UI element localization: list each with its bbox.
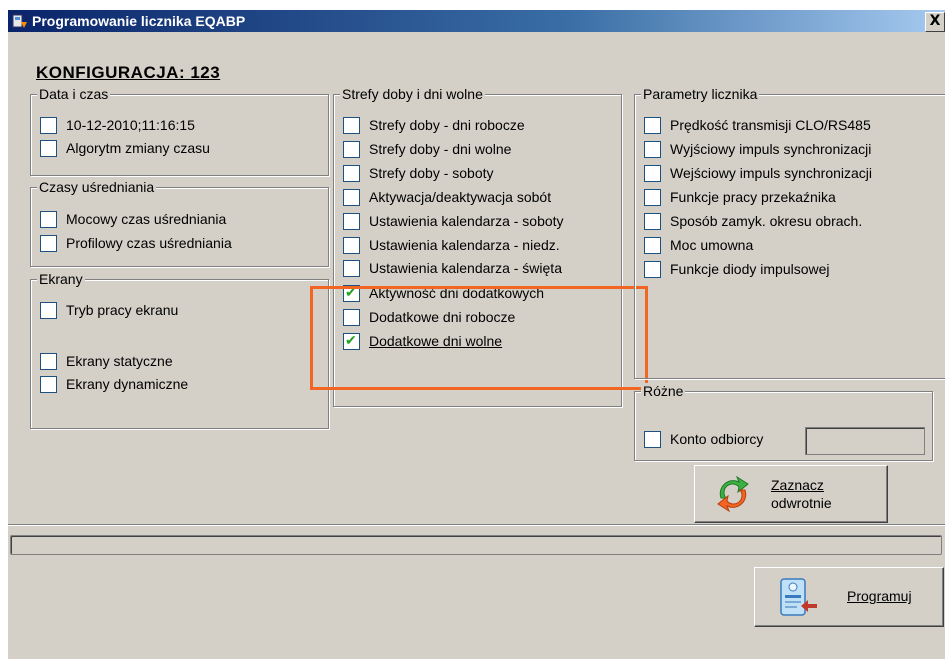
checkbox-label: Sposób zamyk. okresu obrach.: [670, 213, 863, 229]
checkbox-label: Strefy doby - soboty: [369, 165, 494, 181]
checkbox-label: Aktywacja/deaktywacja sobót: [369, 189, 552, 205]
checkbox-box[interactable]: [644, 430, 661, 448]
page-title: KONFIGURACJA: 123: [36, 63, 221, 82]
checkbox-relay-functions[interactable]: Funkcje pracy przekaźnika: [644, 187, 836, 207]
checkbox-label: Konto odbiorcy: [670, 431, 764, 447]
checkbox-static-screens[interactable]: Ekrany statyczne: [40, 351, 173, 371]
checkbox-calendar-holidays[interactable]: Ustawienia kalendarza - święta: [343, 258, 562, 278]
group-data-czas-legend: Data i czas: [37, 86, 111, 102]
checkbox-box[interactable]: [40, 210, 57, 228]
checkbox-box[interactable]: [343, 116, 360, 134]
checkbox-box[interactable]: [644, 212, 661, 230]
checkbox-label: Wejściowy impuls synchronizacji: [670, 165, 873, 181]
checkbox-label: 10-12-2010;11:16:15: [66, 117, 195, 133]
refresh-arrows-icon: [717, 475, 749, 513]
checkbox-box[interactable]: [343, 236, 360, 254]
checkbox-zones-days-off[interactable]: Strefy doby - dni wolne: [343, 139, 511, 159]
group-parametry: Parametry licznika Prędkość transmisji C…: [634, 86, 945, 379]
checkbox-label: Strefy doby - dni wolne: [369, 141, 512, 157]
invert-label-line1: Zaznacz: [771, 477, 824, 493]
progress-bar: [10, 535, 942, 555]
checkbox-box[interactable]: [40, 301, 57, 319]
checkbox-input-sync-pulse[interactable]: Wejściowy impuls synchronizacji: [644, 163, 872, 183]
checkbox-label: Profilowy czas uśredniania: [66, 235, 232, 251]
checkbox-label: Ustawienia kalendarza - święta: [369, 260, 562, 276]
separator: [8, 524, 945, 526]
checkbox-box[interactable]: [644, 260, 661, 278]
program-meter-window: Programowanie licznika EQABP X KONFIGURA…: [0, 0, 945, 659]
checkbox-zones-workdays[interactable]: Strefy doby - dni robocze: [343, 115, 525, 135]
checkbox-time-change-algorithm[interactable]: Algorytm zmiany czasu: [40, 138, 210, 158]
checkbox-box[interactable]: [343, 259, 360, 277]
checkbox-label: Ekrany statyczne: [66, 353, 173, 369]
checkbox-label: Algorytm zmiany czasu: [66, 140, 210, 156]
checkbox-power-averaging[interactable]: Mocowy czas uśredniania: [40, 209, 226, 229]
checkbox-box[interactable]: [644, 188, 661, 206]
checkbox-dynamic-screens[interactable]: Ekrany dynamiczne: [40, 374, 188, 394]
group-ekrany-legend: Ekrany: [37, 271, 85, 287]
checkbox-box[interactable]: [644, 116, 661, 134]
group-strefy-legend: Strefy doby i dni wolne: [340, 86, 485, 102]
checkbox-label: Funkcje pracy przekaźnika: [670, 189, 836, 205]
checkbox-label: Wyjściowy impuls synchronizacji: [670, 141, 872, 157]
program-button[interactable]: Programuj: [754, 567, 944, 627]
group-czasy-legend: Czasy uśredniania: [37, 179, 157, 195]
program-button-label: Programuj: [847, 588, 912, 604]
checkbox-label: Ustawienia kalendarza - niedz.: [369, 237, 560, 253]
checkbox-box[interactable]: [40, 352, 57, 370]
checkbox-label: Prędkość transmisji CLO/RS485: [670, 117, 871, 133]
checkbox-pulse-led-functions[interactable]: Funkcje diody impulsowej: [644, 259, 830, 279]
checkbox-contracted-power[interactable]: Moc umowna: [644, 235, 753, 255]
invert-button-label: Zaznacz odwrotnie: [771, 476, 832, 512]
checkbox-billing-period-close[interactable]: Sposób zamyk. okresu obrach.: [644, 211, 862, 231]
window-title: Programowanie licznika EQABP: [32, 13, 246, 29]
checkbox-label: Moc umowna: [670, 237, 754, 253]
checkbox-profile-averaging[interactable]: Profilowy czas uśredniania: [40, 233, 232, 253]
checkbox-box[interactable]: [343, 140, 360, 158]
checkbox-output-sync-pulse[interactable]: Wyjściowy impuls synchronizacji: [644, 139, 871, 159]
checkbox-transmission-speed[interactable]: Prędkość transmisji CLO/RS485: [644, 115, 871, 135]
checkbox-box[interactable]: [644, 236, 661, 254]
group-rozne-legend: Różne: [641, 383, 686, 399]
checkbox-box[interactable]: [343, 164, 360, 182]
checkbox-calendar-sundays[interactable]: Ustawienia kalendarza - niedz.: [343, 235, 560, 255]
checkbox-label: Strefy doby - dni robocze: [369, 117, 525, 133]
client-area: KONFIGURACJA: 123 Data i czas 10-12-2010…: [8, 32, 945, 659]
invert-label-line2: odwrotnie: [771, 495, 832, 511]
checkbox-screen-mode[interactable]: Tryb pracy ekranu: [40, 300, 178, 320]
title-bar[interactable]: Programowanie licznika EQABP X: [8, 10, 945, 32]
group-parametry-legend: Parametry licznika: [641, 86, 760, 102]
checkbox-label: Ekrany dynamiczne: [66, 376, 189, 392]
checkbox-zones-saturdays[interactable]: Strefy doby - soboty: [343, 163, 494, 183]
checkbox-label: Ustawienia kalendarza - soboty: [369, 213, 564, 229]
checkbox-label: Mocowy czas uśredniania: [66, 211, 227, 227]
checkbox-box[interactable]: [343, 188, 360, 206]
customer-account-field[interactable]: [805, 427, 925, 455]
invert-selection-button[interactable]: Zaznacz odwrotnie: [694, 465, 888, 523]
meter-program-icon: [780, 578, 817, 616]
checkbox-box[interactable]: [40, 234, 57, 252]
highlight-box: [310, 286, 648, 390]
checkbox-label: Funkcje diody impulsowej: [670, 261, 830, 277]
group-ekrany: Ekrany Tryb pracy ekranu Ekrany statyczn…: [30, 271, 329, 429]
close-button[interactable]: X: [925, 12, 945, 32]
checkbox-saturday-activation[interactable]: Aktywacja/deaktywacja sobót: [343, 187, 551, 207]
group-data-czas: Data i czas 10-12-2010;11:16:15 Algorytm…: [30, 86, 329, 176]
checkbox-box[interactable]: [40, 116, 57, 134]
close-icon: X: [929, 13, 941, 29]
checkbox-box[interactable]: [40, 139, 57, 157]
checkbox-customer-account[interactable]: Konto odbiorcy: [644, 429, 763, 449]
checkbox-date-time[interactable]: 10-12-2010;11:16:15: [40, 115, 195, 135]
meter-app-icon: [12, 14, 27, 28]
group-czasy: Czasy uśredniania Mocowy czas uśredniani…: [30, 179, 329, 267]
checkbox-calendar-saturdays[interactable]: Ustawienia kalendarza - soboty: [343, 211, 564, 231]
checkbox-box[interactable]: [40, 375, 57, 393]
checkbox-box[interactable]: [644, 140, 661, 158]
checkbox-label: Tryb pracy ekranu: [66, 302, 179, 318]
checkbox-box[interactable]: [343, 212, 360, 230]
checkbox-box[interactable]: [644, 164, 661, 182]
